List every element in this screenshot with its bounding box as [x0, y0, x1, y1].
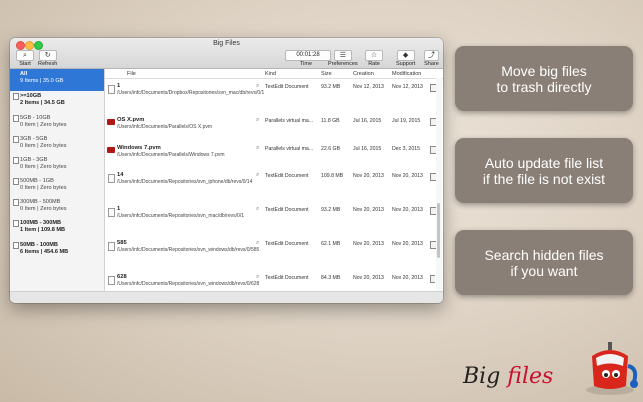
refresh-label: Refresh: [38, 61, 58, 67]
feature-bubble-auto-update: Auto update file list if the file is not …: [455, 138, 633, 203]
parallels-vm-icon: [107, 147, 115, 153]
document-icon: [108, 85, 115, 94]
drive-icon: [13, 93, 19, 100]
drive-icon: [13, 178, 19, 185]
brand-logo: Big files: [463, 364, 554, 389]
sidebar-item-10gb-plus[interactable]: >=10GB 2 Items | 34.5 GB: [10, 91, 104, 113]
table-header: File Kind Size Creation Modification: [105, 69, 443, 79]
window-title: Big Files: [213, 40, 240, 47]
drive-icon: [13, 242, 19, 249]
document-icon: [108, 276, 115, 285]
drive-icon: [13, 157, 19, 164]
table-row[interactable]: 1 /Users/infc/Documents/Dropbox/Reposito…: [105, 80, 437, 114]
sidebar-item-500mb-1gb[interactable]: 500MB - 1GB 0 Item | Zero bytes: [10, 176, 104, 198]
document-icon: [108, 242, 115, 251]
sidebar-item-100mb-300mb[interactable]: 100MB - 300MB 1 Item | 109.8 MB: [10, 218, 104, 240]
sidebar-item-3gb-5gb[interactable]: 3GB - 5GB 0 Item | Zero bytes: [10, 134, 104, 156]
sidebar-item-1gb-3gb[interactable]: 1GB - 3GB 0 Item | Zero bytes: [10, 155, 104, 177]
parallels-vm-icon: [107, 119, 115, 125]
refresh-button[interactable]: ↻ Refresh: [38, 50, 57, 67]
reveal-in-finder-icon[interactable]: ⌕: [256, 172, 259, 179]
vertical-scrollbar[interactable]: [436, 78, 442, 291]
feature-bubble-move-to-trash: Move big files to trash directly: [455, 46, 633, 111]
sliders-icon: ☰: [333, 50, 352, 61]
status-bar: [10, 291, 443, 303]
reveal-in-finder-icon[interactable]: ⌕: [256, 274, 259, 281]
share-label: Share: [424, 61, 439, 67]
trash-icon[interactable]: [430, 275, 435, 283]
column-header-modification[interactable]: Modification: [392, 71, 421, 77]
column-header-size[interactable]: Size: [321, 71, 332, 77]
rate-button[interactable]: ☆ Rate: [365, 50, 383, 67]
drive-icon: [13, 199, 19, 206]
share-button[interactable]: ⤴ Share: [424, 50, 439, 67]
feature-bubble-hidden-files: Search hidden files if you want: [455, 230, 633, 295]
size-filter-sidebar: All 9 Items | 35.0 GB >=10GB 2 Items | 3…: [10, 69, 105, 291]
reveal-in-finder-icon[interactable]: ⌕: [256, 117, 259, 124]
table-row[interactable]: 628 /Users/infc/Documents/Repositories/s…: [105, 271, 435, 291]
start-label: Start: [19, 61, 31, 67]
file-table: File Kind Size Creation Modification 1 /…: [105, 69, 443, 291]
refresh-icon: ↻: [38, 50, 57, 61]
table-row[interactable]: 1 /Users/infc/Documents/Repositories/svn…: [105, 203, 437, 237]
support-icon: ◆: [396, 50, 415, 61]
start-button[interactable]: ⌕ Start: [16, 50, 34, 67]
sidebar-item-50mb-100mb[interactable]: 50MB - 100MB 6 Items | 454.6 MB: [10, 240, 104, 262]
title-bar: Big Files ⌕ Start ↻ Refresh 00:01:28 Tim…: [10, 38, 443, 69]
column-header-creation[interactable]: Creation: [353, 71, 374, 77]
share-icon: ⤴: [424, 50, 439, 61]
preferences-button[interactable]: ☰ Preferences: [328, 50, 358, 67]
vacuum-mascot-icon: [586, 342, 638, 395]
app-window: Big Files ⌕ Start ↻ Refresh 00:01:28 Tim…: [10, 38, 443, 303]
drive-icon: [13, 220, 19, 227]
search-icon: ⌕: [16, 50, 34, 61]
sidebar-item-all[interactable]: All 9 Items | 35.0 GB: [10, 69, 104, 91]
drive-icon: [13, 115, 19, 122]
document-icon: [108, 174, 115, 183]
time-label: Time: [300, 61, 313, 67]
document-icon: [108, 208, 115, 217]
drive-icon: [13, 136, 19, 143]
table-row[interactable]: 585 /Users/infc/Documents/Repositories/s…: [105, 237, 437, 271]
scrollbar-thumb[interactable]: [437, 203, 440, 258]
support-label: Support: [396, 61, 416, 67]
column-header-kind[interactable]: Kind: [265, 71, 276, 77]
reveal-in-finder-icon[interactable]: ⌕: [256, 145, 259, 152]
reveal-in-finder-icon[interactable]: ⌕: [256, 83, 259, 90]
rate-label: Rate: [368, 61, 380, 67]
column-header-file[interactable]: File: [127, 71, 136, 77]
preferences-label: Preferences: [328, 61, 358, 67]
timer-display: 00:01:28: [285, 50, 331, 61]
reveal-in-finder-icon[interactable]: ⌕: [256, 240, 259, 247]
table-row[interactable]: 14 /Users/infc/Documents/Repositories/sv…: [105, 169, 437, 203]
reveal-in-finder-icon[interactable]: ⌕: [256, 206, 259, 213]
sidebar-item-300mb-500mb[interactable]: 300MB - 500MB 0 Item | Zero bytes: [10, 197, 104, 219]
star-icon: ☆: [365, 50, 383, 61]
sidebar-item-5gb-10gb[interactable]: 5GB - 10GB 0 Item | Zero bytes: [10, 113, 104, 135]
support-button[interactable]: ◆ Support: [396, 50, 415, 67]
